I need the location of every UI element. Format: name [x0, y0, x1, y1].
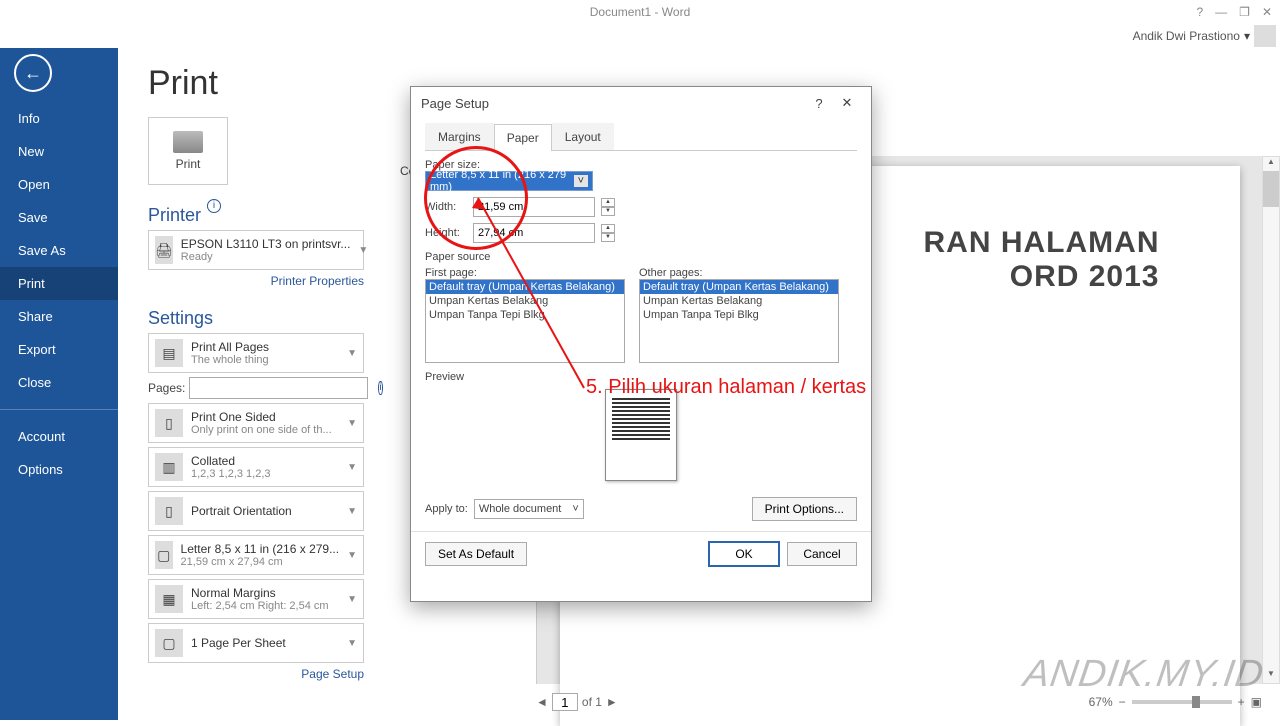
dialog-preview — [605, 389, 677, 481]
pages-icon: ▤ — [155, 339, 183, 367]
zoom-out-icon[interactable]: − — [1119, 695, 1126, 709]
page-number-input[interactable] — [552, 693, 578, 711]
printer-status-icon: 🖨 — [155, 236, 173, 264]
height-input[interactable] — [473, 223, 595, 243]
window-title: Document1 - Word — [590, 5, 690, 19]
portrait-icon: ▯ — [155, 497, 183, 525]
tab-layout[interactable]: Layout — [552, 123, 614, 150]
sidebar-item-options[interactable]: Options — [0, 453, 118, 486]
preview-label: Preview — [425, 371, 857, 383]
printer-section-title: Printer — [148, 205, 201, 226]
back-button[interactable]: ← — [14, 54, 52, 92]
title-bar: Document1 - Word ? — ❐ ✕ — [0, 0, 1280, 24]
setting-paper-size[interactable]: ▢ Letter 8,5 x 11 in (216 x 279...21,59 … — [148, 535, 364, 575]
sidebar-item-open[interactable]: Open — [0, 168, 118, 201]
sidebar-item-new[interactable]: New — [0, 135, 118, 168]
chevron-down-icon: ▼ — [347, 418, 357, 429]
chevron-down-icon: ▼ — [347, 638, 357, 649]
fit-page-icon[interactable]: ▣ — [1251, 695, 1262, 709]
sidebar-item-close[interactable]: Close — [0, 366, 118, 399]
chevron-down-icon: ▼ — [347, 348, 357, 359]
setting-collated[interactable]: ▥ Collated1,2,3 1,2,3 1,2,3 ▼ — [148, 447, 364, 487]
chevron-down-icon: ▼ — [347, 594, 357, 605]
collate-icon: ▥ — [155, 453, 183, 481]
width-up[interactable]: ▲ — [601, 198, 615, 207]
cancel-button[interactable]: Cancel — [787, 542, 857, 566]
dialog-close-icon[interactable]: ✕ — [833, 95, 861, 111]
prev-page-icon[interactable]: ◄ — [536, 695, 548, 709]
setting-sided[interactable]: ▯ Print One SidedOnly print on one side … — [148, 403, 364, 443]
user-row: Andik Dwi Prastiono ▾ — [0, 24, 1280, 48]
scroll-up-icon[interactable]: ▲ — [1263, 157, 1279, 171]
setting-orientation[interactable]: ▯ Portrait Orientation ▼ — [148, 491, 364, 531]
chevron-down-icon: ▼ — [347, 462, 357, 473]
scroll-thumb[interactable] — [1263, 171, 1279, 207]
printer-properties-link[interactable]: Printer Properties — [148, 274, 364, 288]
print-options-button[interactable]: Print Options... — [752, 497, 857, 521]
user-name[interactable]: Andik Dwi Prastiono — [1133, 29, 1240, 43]
info-icon[interactable]: i — [207, 199, 221, 213]
dialog-help-icon[interactable]: ? — [805, 96, 833, 111]
width-down[interactable]: ▼ — [601, 207, 615, 216]
sidebar-item-save[interactable]: Save — [0, 201, 118, 234]
height-down[interactable]: ▼ — [601, 233, 615, 242]
printer-selector[interactable]: 🖨 EPSON L3110 LT3 on printsvr... Ready ▼ — [148, 230, 364, 270]
chevron-down-icon: ▼ — [347, 506, 357, 517]
printer-icon — [173, 131, 203, 153]
chevron-down-icon: ˅ — [574, 175, 588, 187]
sidebar-item-saveas[interactable]: Save As — [0, 234, 118, 267]
ok-button[interactable]: OK — [709, 542, 779, 566]
scroll-down-icon[interactable]: ▼ — [1263, 669, 1279, 683]
sidebar-separator — [0, 409, 118, 410]
setting-pages-per-sheet[interactable]: ▢ 1 Page Per Sheet ▼ — [148, 623, 364, 663]
sheet-icon: ▢ — [155, 629, 183, 657]
close-icon[interactable]: ✕ — [1262, 5, 1272, 19]
other-pages-listbox[interactable]: Default tray (Umpan Kertas Belakang) Ump… — [639, 279, 839, 363]
sidebar-item-info[interactable]: Info — [0, 102, 118, 135]
apply-to-combo[interactable]: Whole document˅ — [474, 499, 584, 519]
minimize-icon[interactable]: — — [1215, 5, 1227, 19]
tab-paper[interactable]: Paper — [494, 124, 552, 151]
height-up[interactable]: ▲ — [601, 224, 615, 233]
next-page-icon[interactable]: ► — [606, 695, 618, 709]
paper-source-label: Paper source — [425, 251, 857, 263]
setting-print-scope[interactable]: ▤ Print All PagesThe whole thing ▼ — [148, 333, 364, 373]
zoom-in-icon[interactable]: + — [1238, 695, 1245, 709]
backstage-sidebar: ← Info New Open Save Save As Print Share… — [0, 48, 118, 720]
restore-icon[interactable]: ❐ — [1239, 5, 1250, 19]
chevron-down-icon: ˅ — [572, 503, 578, 515]
set-default-button[interactable]: Set As Default — [425, 542, 527, 566]
sidebar-item-account[interactable]: Account — [0, 420, 118, 453]
paper-size-combo[interactable]: Letter 8,5 x 11 in (216 x 279 mm) ˅ — [425, 171, 593, 191]
page-icon: ▯ — [155, 409, 183, 437]
setting-margins[interactable]: ▦ Normal MarginsLeft: 2,54 cm Right: 2,5… — [148, 579, 364, 619]
page-size-icon: ▢ — [155, 541, 173, 569]
help-icon[interactable]: ? — [1196, 5, 1203, 19]
tab-margins[interactable]: Margins — [425, 123, 494, 150]
caret-down-icon[interactable]: ▾ — [1244, 29, 1250, 43]
sidebar-item-export[interactable]: Export — [0, 333, 118, 366]
first-page-listbox[interactable]: Default tray (Umpan Kertas Belakang) Ump… — [425, 279, 625, 363]
margins-icon: ▦ — [155, 585, 183, 613]
chevron-down-icon: ▼ — [347, 550, 357, 561]
preview-scrollbar[interactable]: ▲ ▼ — [1262, 156, 1280, 684]
dialog-title: Page Setup — [421, 96, 489, 111]
info-icon[interactable]: i — [378, 381, 382, 395]
avatar[interactable] — [1254, 25, 1276, 47]
print-button[interactable]: Print — [148, 117, 228, 185]
pages-input[interactable] — [189, 377, 368, 399]
chevron-down-icon: ▼ — [358, 245, 368, 256]
sidebar-item-print[interactable]: Print — [0, 267, 118, 300]
pages-label: Pages: — [148, 381, 185, 395]
status-bar: ◄ of 1 ► 67% − + ▣ — [536, 690, 1262, 714]
width-input[interactable] — [473, 197, 595, 217]
sidebar-item-share[interactable]: Share — [0, 300, 118, 333]
page-setup-link[interactable]: Page Setup — [148, 667, 364, 681]
page-setup-dialog: Page Setup ? ✕ Margins Paper Layout Pape… — [410, 86, 872, 602]
zoom-slider[interactable] — [1132, 700, 1232, 704]
